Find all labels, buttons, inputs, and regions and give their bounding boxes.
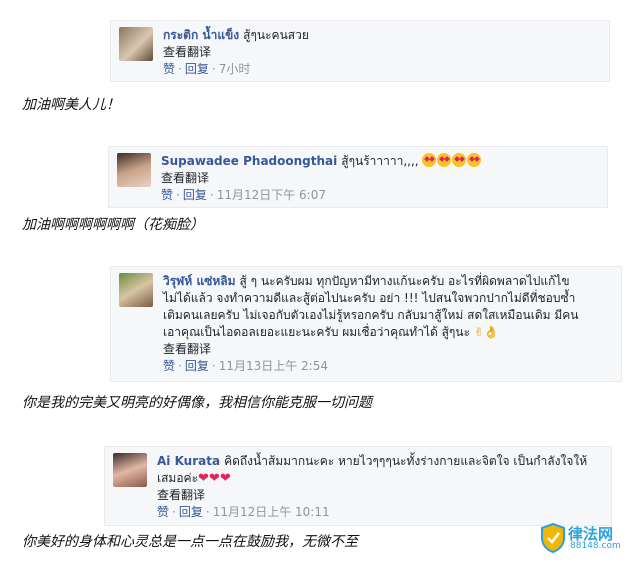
- like-link[interactable]: 赞: [163, 62, 175, 76]
- separator: ·: [178, 359, 182, 373]
- reply-link[interactable]: 回复: [183, 188, 207, 202]
- like-link[interactable]: 赞: [157, 505, 169, 519]
- heart-eyes-emoji-icon: [467, 153, 482, 167]
- reply-link[interactable]: 回复: [185, 359, 209, 373]
- timestamp[interactable]: 11月12日上午 10:11: [213, 505, 330, 519]
- site-watermark-logo: 律法网 88148.com: [540, 523, 640, 559]
- heart-icon: ❤: [198, 471, 209, 486]
- timestamp[interactable]: 7小时: [219, 62, 251, 76]
- separator: ·: [205, 505, 210, 519]
- see-translation-link[interactable]: 查看翻译: [157, 487, 603, 504]
- timestamp[interactable]: 11月13日上午 2:54: [219, 359, 328, 373]
- shield-icon: [541, 523, 565, 553]
- separator: ·: [176, 188, 180, 202]
- comment-author[interactable]: Supawadee Phadoongthai: [161, 154, 337, 168]
- comment-card: Ai Kurata คิดถึงน้ำส้มมากนะคะ หายไวๆๆๆนะท…: [104, 446, 612, 526]
- comment-text: สู้ๆนร้าาาาา,,,,: [341, 154, 419, 168]
- separator: ·: [211, 359, 216, 373]
- see-translation-link[interactable]: 查看翻译: [163, 341, 613, 358]
- separator: ·: [211, 62, 216, 76]
- heart-icon: ❤: [219, 471, 231, 486]
- heart-icon: ❤: [208, 471, 220, 486]
- translation-caption: 你是我的完美又明亮的好偶像，我相信你能克服一切问题: [22, 395, 372, 411]
- see-translation-link[interactable]: 查看翻译: [161, 170, 599, 187]
- separator: ·: [209, 188, 214, 202]
- separator: ·: [172, 505, 176, 519]
- comment-text: เติมคนเลยครับ ไม่เจอกับตัวเองไม่รู้หรอกค…: [163, 308, 579, 322]
- watermark-url: 88148.com: [570, 541, 621, 551]
- comment-card: กระติก น้ำแข็ง สู้ๆนะคนสวย 查看翻译 赞 · 回复 · 7小时: [110, 20, 610, 82]
- translation-caption: 加油啊美人儿！: [22, 97, 120, 113]
- comment-text: เอาคุณเป็นไอดอลเยอะแยะนะครับ ผมเชื่อว่าค…: [163, 325, 471, 339]
- heart-eyes-emoji-icon: [452, 153, 467, 167]
- comment-author[interactable]: Ai Kurata: [157, 454, 220, 468]
- like-link[interactable]: 赞: [163, 359, 175, 373]
- avatar[interactable]: [119, 273, 153, 307]
- heart-eyes-emoji-icon: [422, 153, 437, 167]
- comment-text: ไม่ได้แล้ว จงทำความดีและสู้ต่อไปนะครับ อ…: [163, 291, 576, 305]
- comment-text: คิดถึงน้ำส้มมากนะคะ หายไวๆๆๆนะทั้งร่างกา…: [224, 454, 588, 468]
- see-translation-link[interactable]: 查看翻译: [163, 44, 601, 61]
- ok-hand-icon: 👌: [483, 325, 499, 339]
- avatar[interactable]: [119, 27, 153, 61]
- comment-author[interactable]: วิรุฬห์ แซ่หลิม: [163, 274, 236, 288]
- avatar[interactable]: [117, 153, 151, 187]
- comment-card: วิรุฬห์ แซ่หลิม สู้ ๆ นะครับผม ทุกปัญหามี…: [110, 266, 622, 382]
- separator: ·: [178, 62, 182, 76]
- victory-hand-icon: ✌: [473, 325, 484, 339]
- heart-eyes-emoji-icon: [437, 153, 452, 167]
- avatar[interactable]: [113, 453, 147, 487]
- translation-caption: 加油啊啊啊啊啊啊（花痴脸）: [22, 217, 204, 233]
- translation-caption: 你美好的身体和心灵总是一点一点在鼓励我，无微不至: [22, 534, 358, 550]
- timestamp[interactable]: 11月12日下午 6:07: [217, 188, 326, 202]
- reply-link[interactable]: 回复: [185, 62, 209, 76]
- comment-text: สู้ๆนะคนสวย: [243, 28, 309, 42]
- reply-link[interactable]: 回复: [179, 505, 203, 519]
- comment-text: สู้ ๆ นะครับผม ทุกปัญหามีทางแก้นะครับ อะ…: [239, 274, 570, 288]
- like-link[interactable]: 赞: [161, 188, 173, 202]
- comment-text: เสมอค่ะ: [157, 471, 199, 485]
- comment-author[interactable]: กระติก น้ำแข็ง: [163, 28, 239, 42]
- comment-card: Supawadee Phadoongthai สู้ๆนร้าาาาา,,,, 查…: [108, 146, 608, 208]
